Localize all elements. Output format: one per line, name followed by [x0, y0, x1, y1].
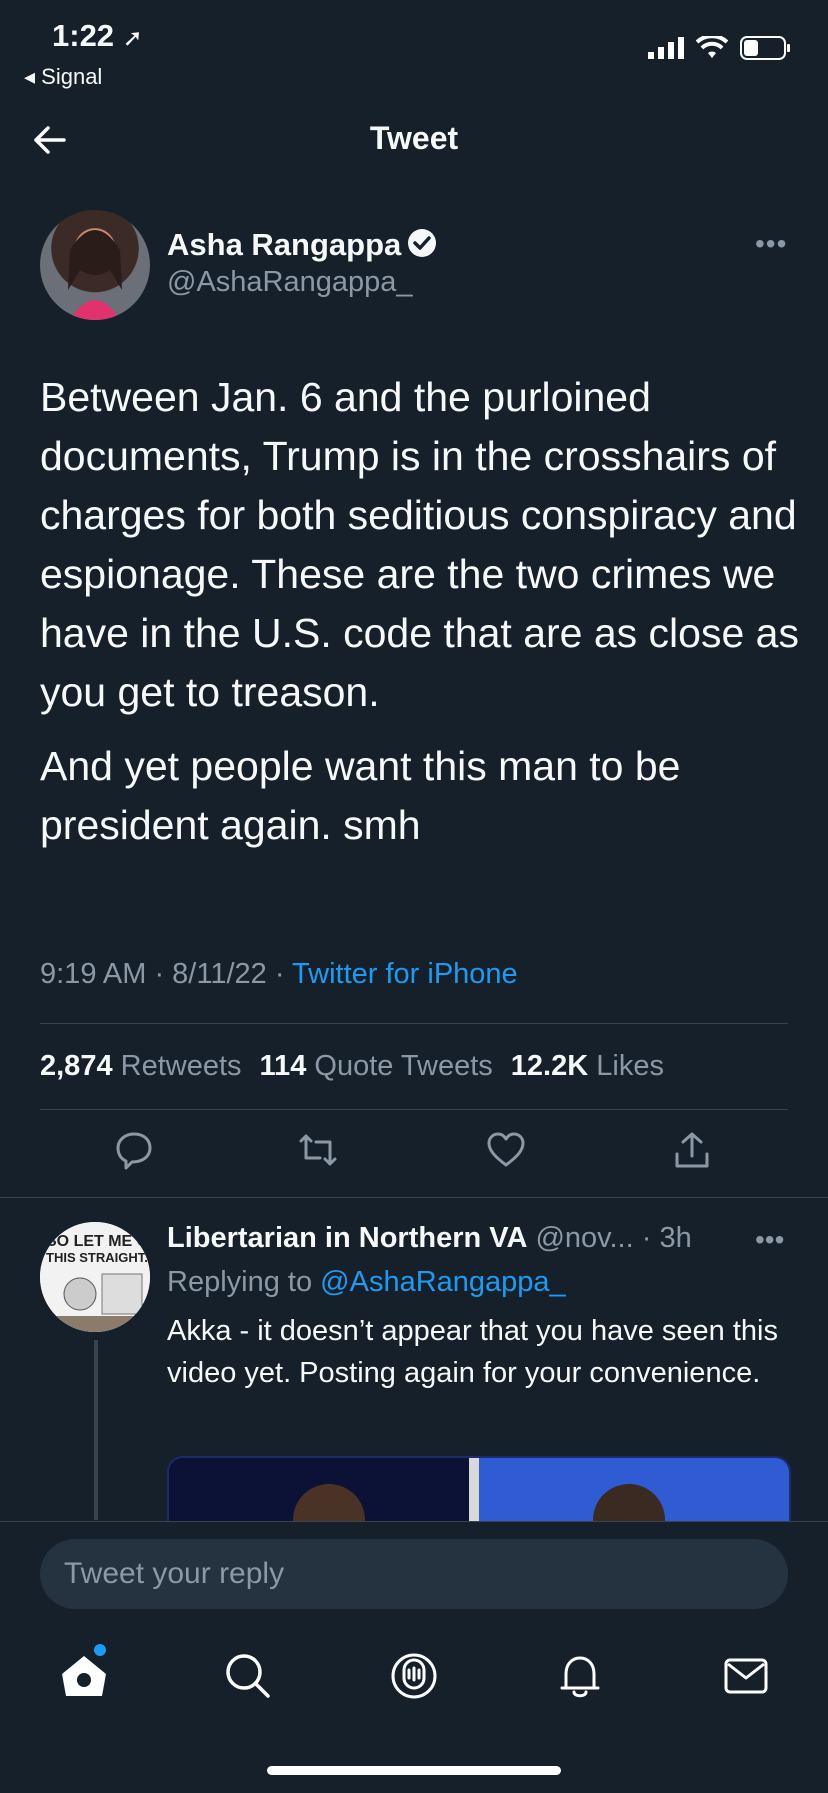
- reply-input[interactable]: Tweet your reply: [40, 1539, 788, 1609]
- video-thumbnail[interactable]: [167, 1456, 791, 1530]
- share-icon[interactable]: [672, 1130, 712, 1170]
- reply-icon[interactable]: [114, 1130, 154, 1170]
- page-title: Tweet: [369, 120, 459, 156]
- like-icon[interactable]: [486, 1130, 526, 1170]
- reply-meta: @nov... · 3h: [535, 1222, 692, 1254]
- tweet-text: Between Jan. 6 and the purloined documen…: [40, 368, 800, 870]
- more-options-icon[interactable]: •••: [755, 228, 787, 260]
- divider: [0, 1197, 828, 1198]
- signal-icon: [648, 37, 684, 59]
- svg-text:SO LET ME GE: SO LET ME GE: [46, 1233, 150, 1250]
- reply-author[interactable]: Libertarian in Northern VA @nov... · 3h: [167, 1222, 692, 1255]
- thread-line: [94, 1340, 98, 1520]
- home-icon[interactable]: [58, 1650, 110, 1702]
- svg-text:THIS STRAIGHT...: THIS STRAIGHT...: [46, 1250, 150, 1265]
- author-avatar[interactable]: [40, 210, 150, 320]
- replying-to: Replying to @AshaRangappa_: [167, 1266, 566, 1298]
- tweet-meta: 9:19 AM · 8/11/22 · Twitter for iPhone: [40, 958, 518, 991]
- back-to-app[interactable]: ◂ Signal: [24, 64, 102, 90]
- wifi-icon: [696, 36, 728, 60]
- tweet-paragraph: And yet people want this man to be presi…: [40, 743, 681, 848]
- search-icon[interactable]: [222, 1650, 274, 1702]
- retweets-stat[interactable]: 2,874 Retweets: [40, 1050, 242, 1083]
- home-indicator[interactable]: [267, 1766, 561, 1775]
- status-time: 1:22 ➚: [52, 18, 143, 53]
- reply-more-icon[interactable]: •••: [755, 1224, 784, 1256]
- verified-badge-icon: [407, 228, 437, 258]
- reply-text: Akka - it doesn’t appear that you have s…: [167, 1315, 778, 1389]
- tweet-timestamp: 9:19 AM · 8/11/22 ·: [40, 958, 293, 990]
- notification-dot: [94, 1644, 106, 1656]
- divider: [40, 1109, 788, 1110]
- author-handle[interactable]: @AshaRangappa_: [167, 266, 413, 299]
- quotes-stat[interactable]: 114 Quote Tweets: [260, 1050, 493, 1083]
- tweet-source-link[interactable]: Twitter for iPhone: [292, 958, 518, 990]
- tweet-stats: 2,874 Retweets 114 Quote Tweets 12.2K Li…: [40, 1050, 664, 1083]
- reply-avatar[interactable]: SO LET ME GE THIS STRAIGHT...: [40, 1222, 150, 1332]
- tweet-paragraph: Between Jan. 6 and the purloined documen…: [40, 374, 799, 715]
- messages-icon[interactable]: [720, 1650, 772, 1702]
- notifications-icon[interactable]: [554, 1650, 606, 1702]
- author-name[interactable]: Asha Rangappa: [167, 227, 401, 263]
- retweet-icon[interactable]: [298, 1130, 338, 1170]
- spaces-icon[interactable]: [388, 1650, 440, 1702]
- likes-stat[interactable]: 12.2K Likes: [511, 1050, 664, 1083]
- battery-icon: [740, 36, 792, 60]
- divider: [40, 1023, 788, 1024]
- replying-to-handle[interactable]: @AshaRangappa_: [320, 1266, 566, 1298]
- location-arrow-icon: ➚: [122, 25, 143, 52]
- status-icons: [648, 36, 792, 60]
